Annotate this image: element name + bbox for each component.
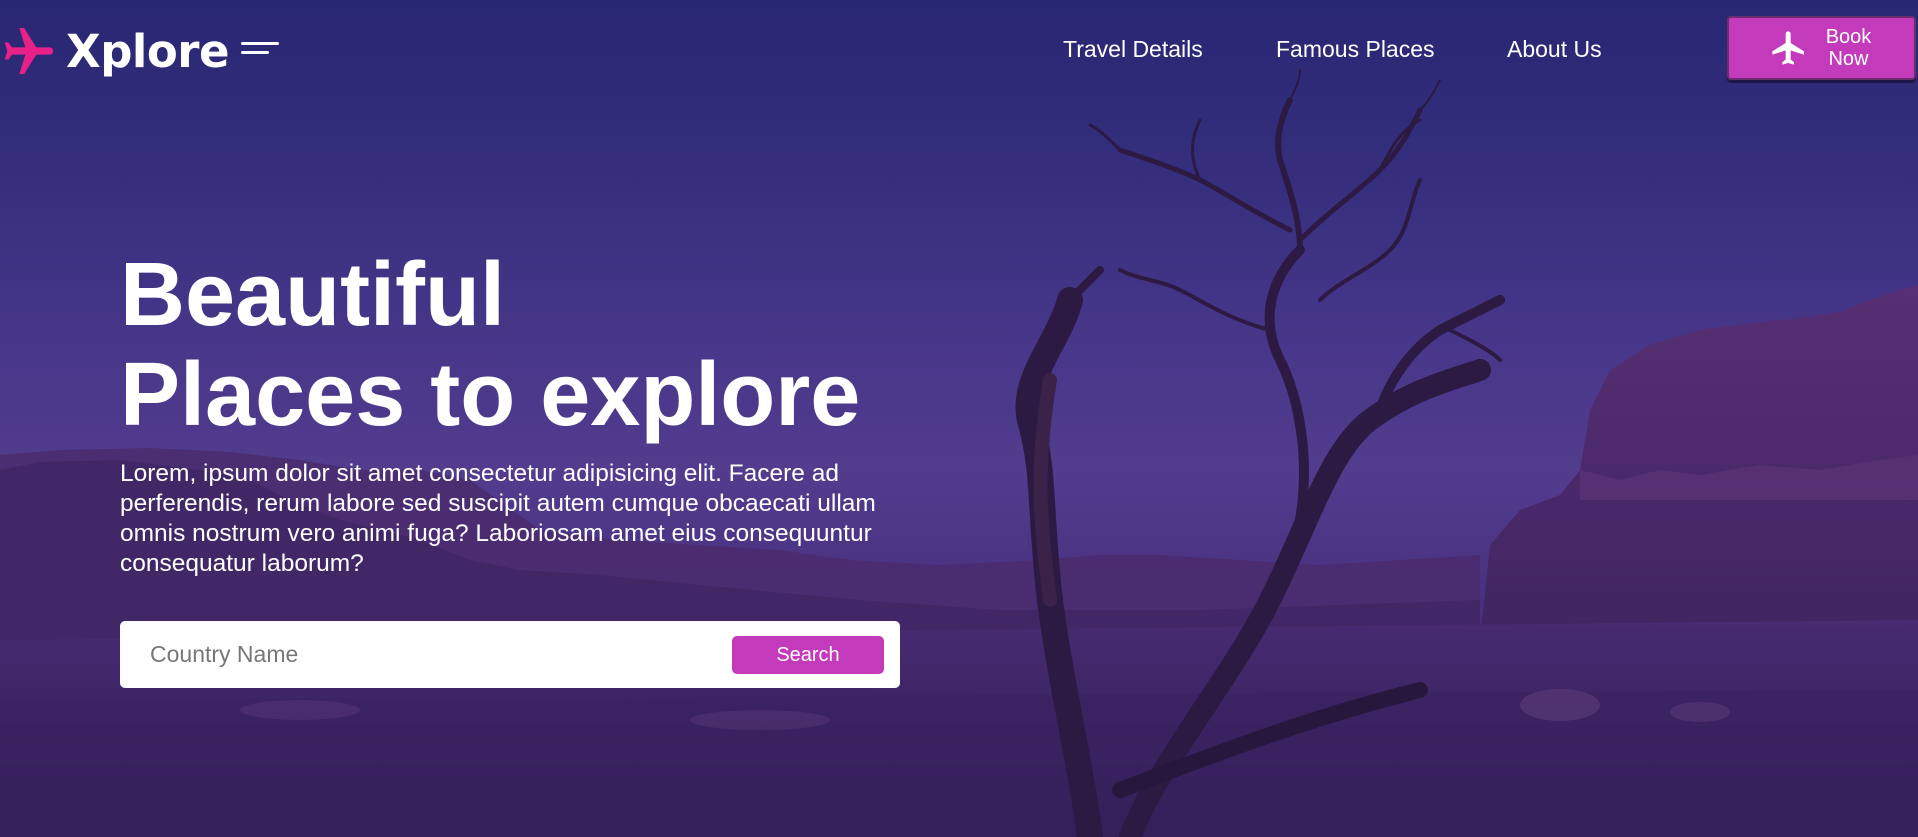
search-button[interactable]: Search [732,636,884,674]
hamburger-menu-icon[interactable] [240,38,279,58]
search-bar: Search [120,621,900,688]
airplane-icon [4,28,54,74]
book-now-label: Book Now [1825,26,1872,70]
nav-link-famous-places[interactable]: Famous Places [1276,36,1435,63]
airplane-icon [1771,31,1804,65]
nav-link-travel-details[interactable]: Travel Details [1063,36,1203,63]
hero-headline-line2: Places to explore [120,345,861,445]
brand-name: Xplore [66,24,229,78]
country-search-input[interactable] [120,621,710,688]
book-now-button[interactable]: Book Now [1727,16,1916,80]
hero-headline: Beautiful Places to explore [120,245,940,445]
brand-logo[interactable]: Xplore [0,20,279,82]
nav-link-about-us[interactable]: About Us [1507,36,1602,63]
hero-description: Lorem, ipsum dolor sit amet consectetur … [120,460,876,577]
hero-headline-line1: Beautiful [120,245,506,345]
